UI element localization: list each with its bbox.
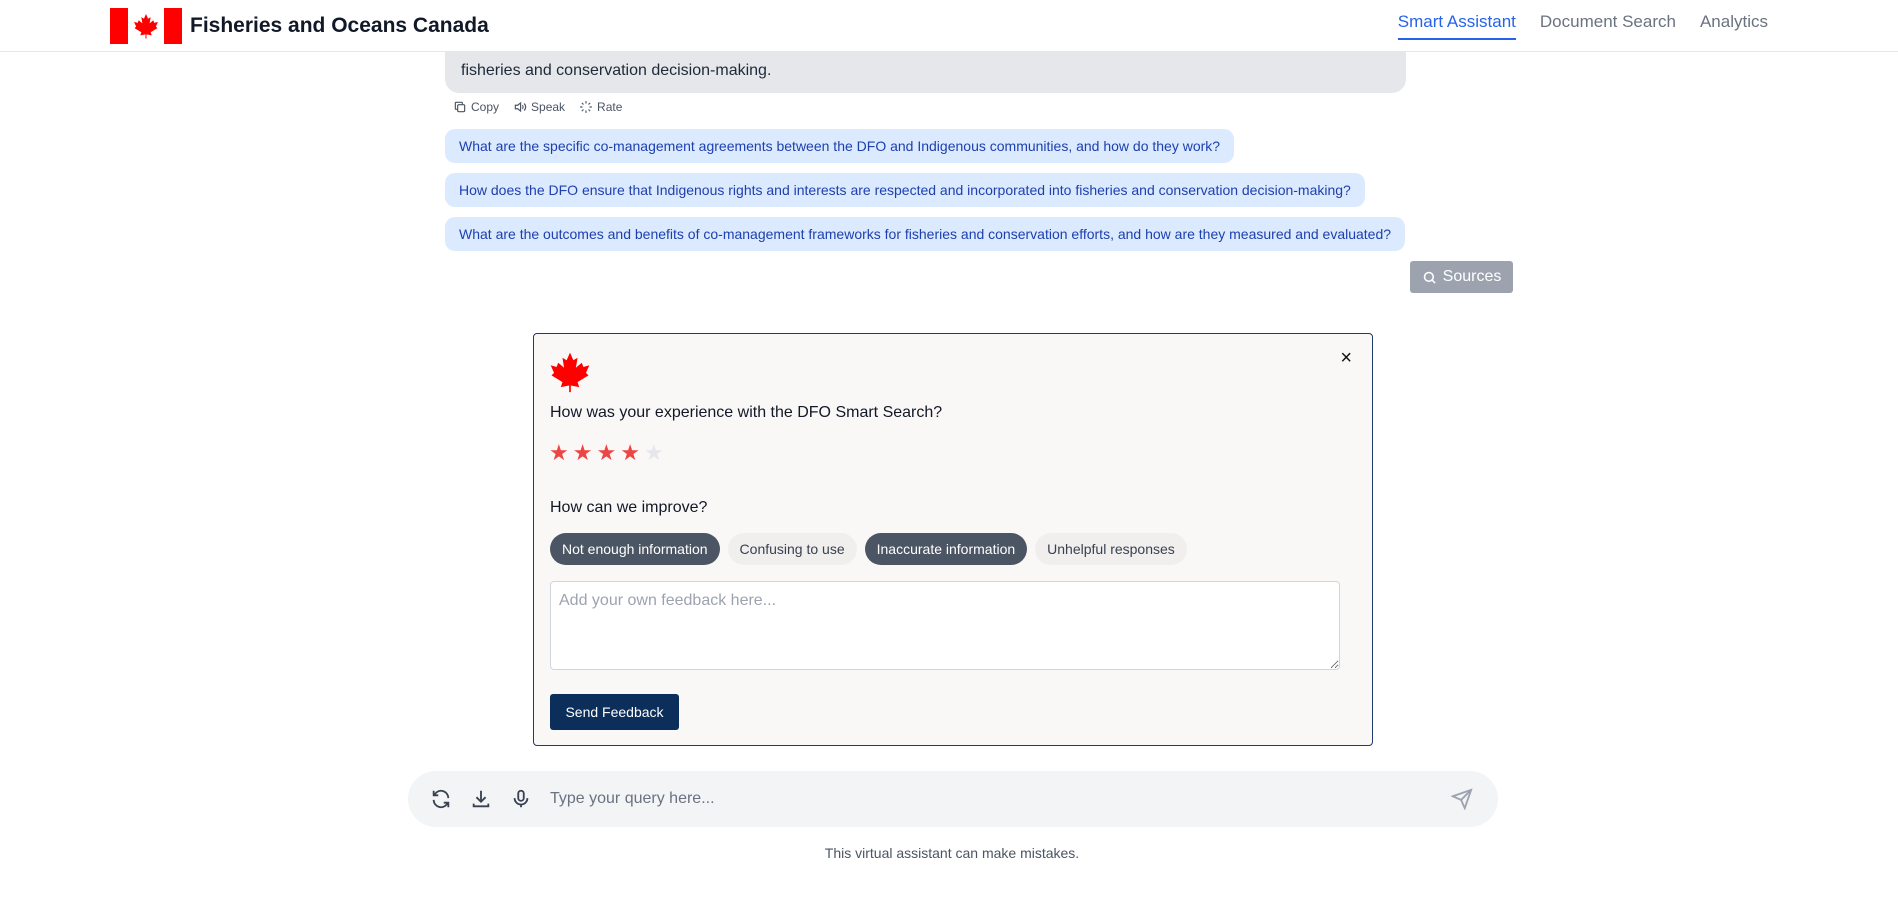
copy-label: Copy [471,100,500,114]
send-icon[interactable] [1451,788,1473,810]
send-feedback-button[interactable]: Send Feedback [550,694,679,730]
rate-button[interactable]: Rate [579,100,622,114]
query-bar [408,771,1498,827]
site-header: Fisheries and Oceans Canada Smart Assist… [0,0,1898,52]
maple-leaf-icon [134,14,158,39]
nav-smart-assistant[interactable]: Smart Assistant [1397,12,1516,40]
main-nav: Smart Assistant Document Search Analytic… [1397,12,1768,40]
site-title: Fisheries and Oceans Canada [190,14,489,37]
star-icon-1[interactable]: ★ [549,442,569,464]
microphone-icon[interactable] [510,788,532,810]
download-icon[interactable] [470,788,492,810]
chip-confusing-to-use[interactable]: Confusing to use [727,533,857,565]
suggested-question-1[interactable]: What are the specific co-management agre… [445,129,1235,163]
feedback-question: How was your experience with the DFO Sma… [550,404,943,421]
nav-analytics[interactable]: Analytics [1700,12,1768,40]
feedback-chips: Not enough information Confusing to use … [550,533,1187,565]
assistant-answer-text: fisheries and conservation decision-maki… [461,62,772,79]
answer-actions: Copy Speak Rate [453,100,622,114]
rate-label: Rate [597,100,623,114]
suggested-question-3[interactable]: What are the outcomes and benefits of co… [445,217,1406,251]
improve-heading: How can we improve? [550,499,708,516]
speak-button[interactable]: Speak [513,100,565,114]
star-rating[interactable]: ★ ★ ★ ★ ★ [549,442,664,464]
star-icon-2[interactable]: ★ [573,442,593,464]
chip-inaccurate-information[interactable]: Inaccurate information [864,533,1028,565]
search-icon [1423,271,1436,284]
star-icon-3[interactable]: ★ [596,442,616,464]
suggested-question-2[interactable]: How does the DFO ensure that Indigenous … [445,173,1365,207]
chip-unhelpful-responses[interactable]: Unhelpful responses [1035,533,1187,565]
speak-label: Speak [531,100,566,114]
chip-not-enough-information[interactable]: Not enough information [550,533,720,565]
copy-button[interactable]: Copy [453,100,499,114]
star-icon-5[interactable]: ★ [644,442,664,464]
loader-icon [580,101,592,113]
sources-label: Sources [1442,268,1502,285]
feedback-card: × How was your experience with the DFO S… [533,333,1373,746]
star-icon-4[interactable]: ★ [620,442,640,464]
disclaimer-text: This virtual assistant can make mistakes… [824,845,1080,861]
maple-leaf-icon [550,352,590,393]
close-icon[interactable]: × [1340,348,1352,368]
sources-button[interactable]: Sources [1410,261,1513,293]
feedback-textarea[interactable] [550,581,1340,670]
copy-icon [454,101,466,113]
brand[interactable]: Fisheries and Oceans Canada [110,8,489,44]
refresh-icon[interactable] [430,788,452,810]
query-input[interactable] [550,785,1410,813]
canada-flag-logo [110,8,182,44]
speaker-icon [514,101,527,113]
nav-document-search[interactable]: Document Search [1540,12,1676,40]
